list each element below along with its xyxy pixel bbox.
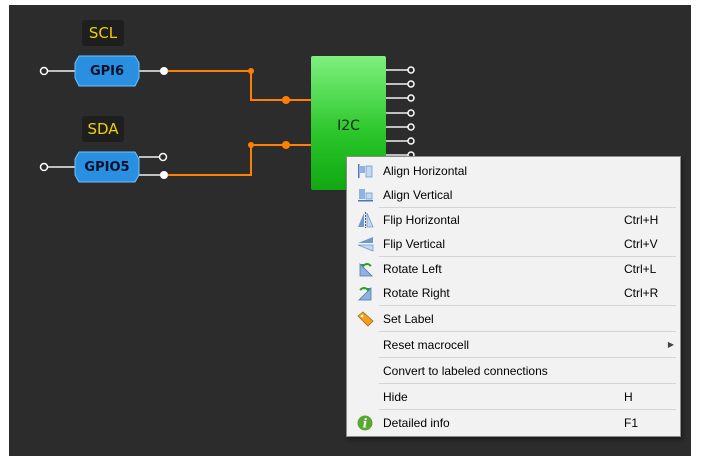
menu-separator	[379, 383, 676, 384]
align-horizontal-icon	[357, 163, 374, 179]
menu-separator	[379, 256, 676, 257]
gpio5-output-pin-1[interactable]	[158, 152, 168, 162]
sda-label-tag[interactable]: SDA	[82, 116, 124, 142]
info-icon: i	[357, 415, 374, 431]
sda-wire[interactable]	[168, 144, 311, 176]
scl-wire-junction-2	[282, 96, 290, 104]
gpio5-label: GPIO5	[84, 160, 130, 175]
scl-wire-junction-1	[248, 68, 254, 74]
menu-item-reset-macrocell[interactable]: Reset macrocell ▶	[349, 334, 678, 356]
rotate-right-icon	[357, 285, 374, 301]
input-pin-gpio5[interactable]	[39, 162, 49, 172]
gpio5-output-pin-2[interactable]	[160, 171, 168, 179]
tag-icon	[357, 311, 374, 327]
menu-item-rotate-left[interactable]: Rotate Left Ctrl+L	[349, 258, 678, 280]
menu-item-hide[interactable]: Hide H	[349, 386, 678, 408]
menu-separator	[379, 305, 676, 306]
scl-wire[interactable]	[168, 70, 311, 101]
sda-wire-junction-2	[282, 141, 290, 149]
flip-vertical-icon	[357, 236, 374, 252]
scl-label-tag[interactable]: SCL	[82, 20, 124, 46]
menu-separator	[379, 357, 676, 358]
context-menu: Align Horizontal Align Vertical Flip Hor…	[346, 156, 681, 437]
menu-item-rotate-right[interactable]: Rotate Right Ctrl+R	[349, 282, 678, 304]
flip-horizontal-icon	[357, 212, 374, 228]
sda-wire-junction-1	[248, 142, 254, 148]
menu-item-align-vertical[interactable]: Align Vertical	[349, 184, 678, 206]
i2c-output-pins	[386, 66, 415, 159]
menu-separator	[379, 331, 676, 332]
input-pin-gpi6[interactable]	[39, 66, 49, 76]
menu-separator	[379, 409, 676, 410]
menu-item-convert-labeled-connections[interactable]: Convert to labeled connections	[349, 360, 678, 382]
menu-item-set-label[interactable]: Set Label	[349, 308, 678, 330]
menu-item-detailed-info[interactable]: i Detailed info F1	[349, 412, 678, 434]
menu-separator	[379, 207, 676, 208]
align-vertical-icon	[357, 187, 374, 203]
submenu-arrow-icon: ▶	[667, 340, 674, 349]
svg-text:i: i	[363, 417, 368, 431]
gpi6-label: GPI6	[89, 64, 125, 79]
menu-item-flip-vertical[interactable]: Flip Vertical Ctrl+V	[349, 233, 678, 255]
gpi6-output-pin[interactable]	[160, 67, 168, 75]
rotate-left-icon	[357, 261, 374, 277]
menu-item-flip-horizontal[interactable]: Flip Horizontal Ctrl+H	[349, 209, 678, 231]
menu-item-align-horizontal[interactable]: Align Horizontal	[349, 160, 678, 182]
i2c-label: I2C	[337, 118, 360, 134]
